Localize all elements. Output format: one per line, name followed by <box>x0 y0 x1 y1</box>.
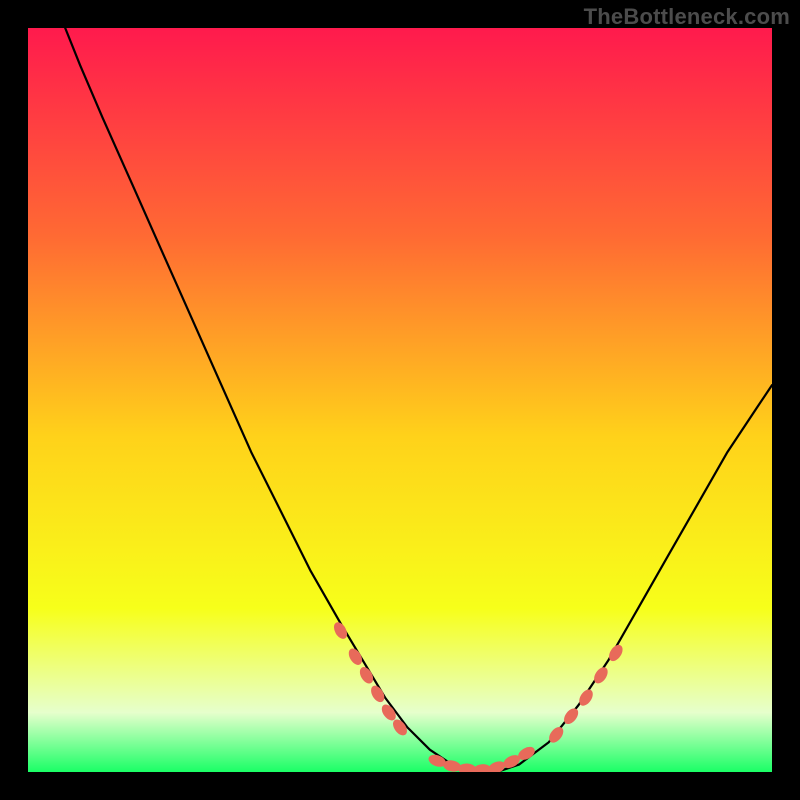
gradient-bg <box>28 28 772 772</box>
chart-frame: TheBottleneck.com <box>0 0 800 800</box>
plot-svg <box>28 28 772 772</box>
watermark-text: TheBottleneck.com <box>584 4 790 30</box>
plot-area <box>28 28 772 772</box>
